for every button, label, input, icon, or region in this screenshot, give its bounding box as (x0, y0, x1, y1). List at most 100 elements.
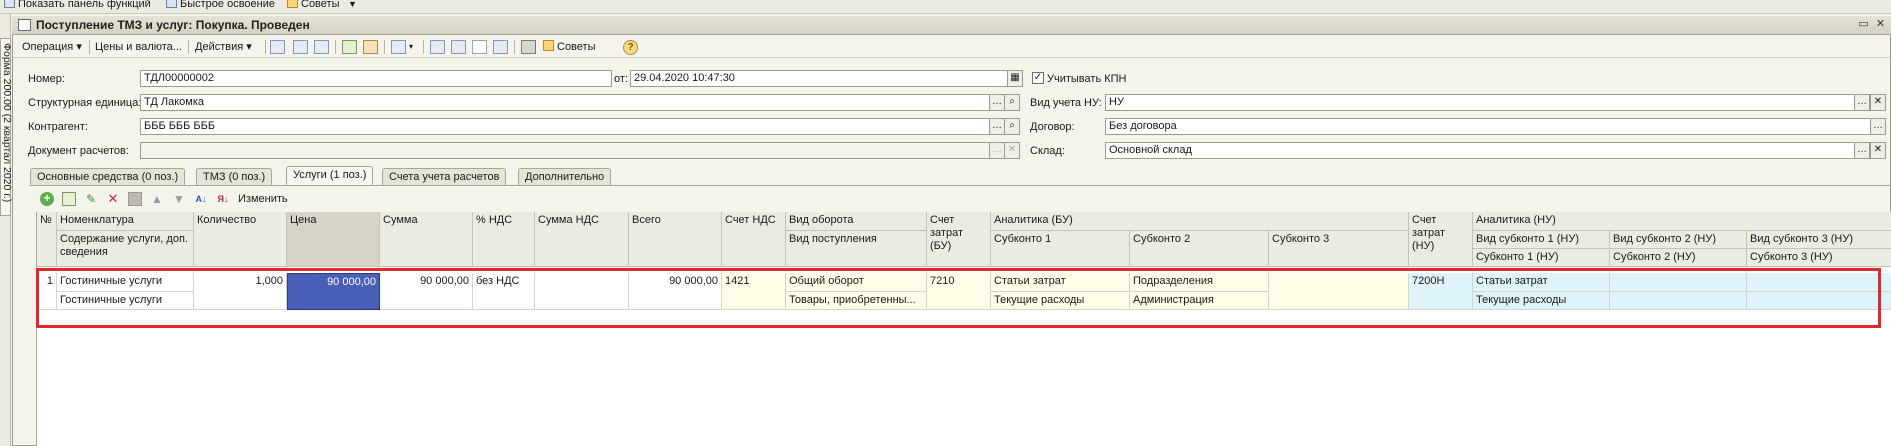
dt-kt-icon[interactable] (472, 40, 487, 54)
tab-tmz[interactable]: ТМЗ (0 поз.) (196, 168, 273, 185)
contractor-field[interactable]: БББ БББ БББ (140, 118, 990, 135)
text-mode-icon[interactable] (521, 40, 536, 54)
header-num[interactable]: № (37, 212, 57, 267)
header-sub2[interactable]: Субконто 2 (1130, 231, 1269, 267)
move-up-icon[interactable]: ▲ (150, 192, 164, 206)
report-icon[interactable] (493, 40, 508, 54)
sort-ascending-icon[interactable]: A↓ (194, 192, 208, 206)
nu-field[interactable]: НУ (1105, 94, 1855, 111)
tab-additional[interactable]: Дополнительно (518, 168, 612, 185)
nu-label: Вид учета НУ: (1030, 97, 1102, 109)
header-receipt[interactable]: Вид поступления (786, 231, 927, 267)
contractor-label: Контрагент: (28, 121, 88, 133)
contractor-search-icon[interactable]: ⌕ (1004, 118, 1020, 135)
kpn-checkbox[interactable]: ✓ (1032, 72, 1044, 84)
refresh-icon[interactable] (314, 40, 329, 54)
contractor-select-button[interactable]: … (989, 118, 1005, 135)
edit-row-icon[interactable]: ✎ (84, 192, 98, 206)
header-kind-sub3-nu[interactable]: Вид субконто 3 (НУ) (1747, 231, 1891, 249)
contract-select-button[interactable]: … (1870, 118, 1886, 135)
warehouse-clear-icon[interactable]: ✕ (1870, 142, 1886, 159)
unit-field[interactable]: ТД Лакомка (140, 94, 990, 111)
header-total[interactable]: Всего (629, 212, 722, 267)
header-cost-account-nu[interactable]: Счет затрат (НУ) (1409, 212, 1473, 267)
number-label: Номер: (28, 73, 65, 85)
header-sub1-nu[interactable]: Субконто 1 (НУ) (1473, 249, 1610, 267)
window-titlebar: Поступление ТМЗ и услуг: Покупка. Провед… (12, 16, 1891, 35)
header-kind-sub1-nu[interactable]: Вид субконто 1 (НУ) (1473, 231, 1610, 249)
number-field[interactable]: ТДЛ00000002 (140, 70, 612, 87)
edit-grid-button[interactable]: Изменить (238, 193, 288, 205)
help-icon[interactable]: ? (623, 40, 638, 55)
nu-clear-icon[interactable]: ✕ (1870, 94, 1886, 111)
post-document-icon[interactable] (270, 40, 285, 54)
header-sum[interactable]: Сумма (380, 212, 473, 267)
create-based-icon[interactable] (342, 40, 357, 54)
prices-currency-button[interactable]: Цены и валюта... (95, 39, 182, 55)
highlight-frame (36, 268, 1881, 328)
journal-icon[interactable] (451, 40, 466, 54)
header-content[interactable]: Содержание услуги, доп. сведения (57, 231, 194, 267)
move-down-icon[interactable]: ▼ (172, 192, 186, 206)
header-analytics-nu[interactable]: Аналитика (НУ) (1473, 212, 1891, 231)
header-vat-account[interactable]: Счет НДС (722, 212, 786, 267)
side-form-tab[interactable]: Форма 200.00 (2 квартал 2020 г.) (0, 38, 13, 216)
header-vat-pct[interactable]: % НДС (473, 212, 535, 267)
header-sub3[interactable]: Субконто 3 (1269, 231, 1409, 267)
save-document-icon[interactable] (293, 40, 308, 54)
header-cost-account[interactable]: Счет затрат (БУ) (927, 212, 991, 267)
doc-field[interactable] (140, 142, 990, 159)
show-function-panel-button[interactable]: Показать панель функций (4, 0, 151, 11)
unit-search-icon[interactable]: ⌕ (1004, 94, 1020, 111)
add-row-icon[interactable]: + (40, 192, 54, 206)
header-sub3-nu[interactable]: Субконто 3 (НУ) (1747, 249, 1891, 267)
tab-services[interactable]: Услуги (1 поз.) (286, 166, 374, 186)
unit-select-button[interactable]: … (989, 94, 1005, 111)
panel-icon (4, 0, 15, 8)
structure-icon[interactable] (363, 40, 378, 54)
copy-row-icon[interactable] (62, 192, 76, 206)
sort-descending-icon[interactable]: Я↓ (216, 192, 230, 206)
nu-select-button[interactable]: … (1854, 94, 1870, 111)
document-icon (18, 19, 31, 31)
doc-select-button[interactable]: … (989, 142, 1005, 159)
restore-icon[interactable]: ▭ (1857, 18, 1870, 31)
doc-clear-icon[interactable]: ✕ (1004, 142, 1020, 159)
header-kind-sub2-nu[interactable]: Вид субконто 2 (НУ) (1610, 231, 1747, 249)
header-sub2-nu[interactable]: Субконто 2 (НУ) (1610, 249, 1747, 267)
warehouse-select-button[interactable]: … (1854, 142, 1870, 159)
window-title: Поступление ТМЗ и услуг: Покупка. Провед… (36, 18, 310, 32)
header-analytics-bu[interactable]: Аналитика (БУ) (991, 212, 1409, 231)
actions-menu[interactable]: Действия ▾ (195, 39, 252, 55)
delete-row-icon[interactable]: ✕ (106, 192, 120, 206)
contract-label: Договор: (1030, 121, 1075, 133)
end-edit-icon[interactable] (128, 192, 142, 206)
warehouse-label: Склад: (1030, 145, 1065, 157)
top-function-bar: Показать панель функций Быстрое освоение… (0, 0, 1891, 14)
document-toolbar: Операция ▾ Цены и валюта... Действия ▾ ▾… (13, 36, 1890, 58)
close-window-icon[interactable]: ✕ (1874, 18, 1887, 31)
tab-settlement-accounts[interactable]: Счета учета расчетов (382, 168, 507, 185)
tab-fixed-assets[interactable]: Основные средства (0 поз.) (30, 168, 186, 185)
movements-icon[interactable] (430, 40, 445, 54)
header-sub1[interactable]: Субконто 1 (991, 231, 1130, 267)
date-field[interactable]: 29.04.2020 10:47:30 (630, 70, 1008, 87)
tips-top-button[interactable]: Советы (287, 0, 339, 11)
date-label: от: (614, 73, 628, 85)
quick-learning-button[interactable]: Быстрое освоение (166, 0, 275, 11)
operation-menu[interactable]: Операция ▾ (22, 39, 82, 55)
chevron-down-icon[interactable]: ▼ (348, 0, 357, 11)
header-nomenclature[interactable]: Номенклатура (57, 212, 194, 231)
calendar-icon[interactable]: ▦ (1007, 70, 1023, 87)
doc-label: Документ расчетов: (28, 145, 129, 157)
print-chevron-icon[interactable]: ▾ (409, 39, 413, 55)
header-turnover[interactable]: Вид оборота (786, 212, 927, 231)
print-menu-icon[interactable] (391, 40, 406, 54)
warehouse-field[interactable]: Основной склад (1105, 142, 1855, 159)
tips-button[interactable]: Советы (543, 39, 595, 55)
contract-field[interactable]: Без договора (1105, 118, 1871, 135)
header-quantity[interactable]: Количество (194, 212, 287, 267)
services-table: № Номенклатура Содержание услуги, доп. с… (36, 212, 1891, 446)
header-price[interactable]: Цена (287, 212, 380, 267)
header-vat-sum[interactable]: Сумма НДС (535, 212, 629, 267)
